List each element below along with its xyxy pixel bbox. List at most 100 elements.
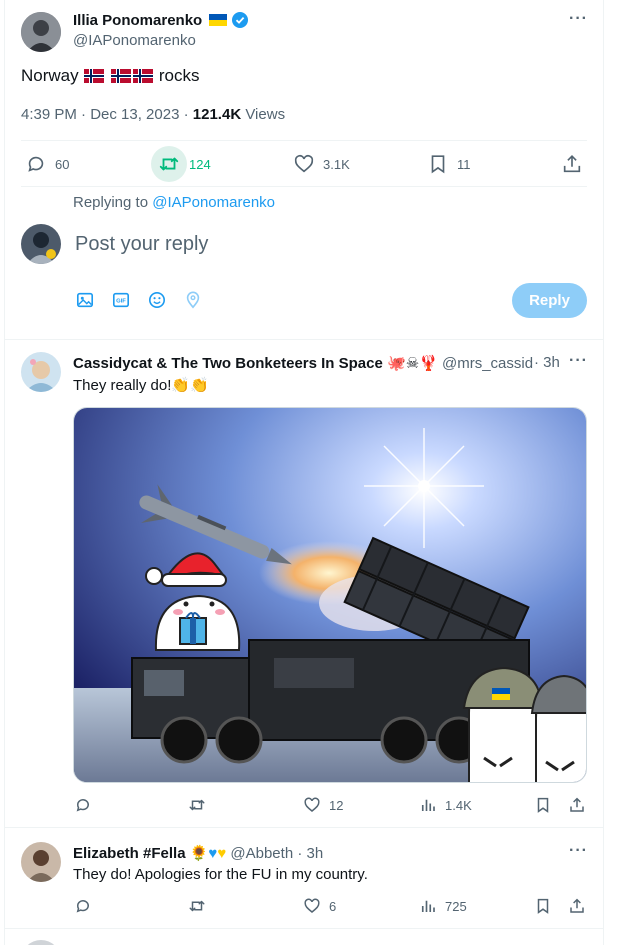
- retweet-action[interactable]: [188, 796, 206, 814]
- reply-author-name[interactable]: Elizabeth #Fella: [73, 845, 186, 862]
- heart-icon: [304, 797, 320, 812]
- views-action[interactable]: 1.4K: [419, 796, 472, 814]
- bookmark-action[interactable]: 11: [427, 153, 471, 175]
- reply-time[interactable]: · 3h: [534, 354, 560, 371]
- bookmark-count: 11: [457, 156, 471, 172]
- like-action[interactable]: 3.1K: [293, 153, 350, 175]
- reply-action[interactable]: 60: [25, 153, 69, 175]
- emoji-button[interactable]: [148, 291, 166, 314]
- like-count: 6: [329, 898, 337, 914]
- reply-handle[interactable]: @Abbeth: [230, 845, 293, 862]
- more-options-icon[interactable]: ···: [569, 10, 588, 28]
- blue-heart-icon: ♥: [208, 845, 218, 862]
- author-avatar[interactable]: [21, 12, 61, 52]
- like-action[interactable]: 12: [303, 796, 343, 814]
- divider: [4, 339, 604, 340]
- heart-icon: [294, 154, 314, 173]
- reply-avatar[interactable]: [21, 352, 61, 392]
- analytics-icon: [421, 799, 435, 811]
- yellow-heart-icon: ♥: [217, 845, 227, 862]
- views-count: 725: [445, 898, 467, 914]
- lobster-icon: 🦞: [419, 355, 438, 372]
- tweet-meta: 4:39 PM · Dec 13, 2023 · 121.4K Views: [21, 106, 285, 123]
- reply-icon: [76, 900, 89, 913]
- reply-text-body: They really do!: [73, 377, 172, 394]
- octopus-icon: 🐙: [387, 355, 406, 372]
- tweet-text-suffix: rocks: [158, 66, 200, 85]
- retweet-icon: [189, 799, 205, 811]
- norway-flag-icon: [133, 68, 154, 83]
- more-options-icon[interactable]: ···: [569, 352, 588, 370]
- reply-input[interactable]: Post your reply: [75, 233, 208, 256]
- tweet-text: Norway rocks: [21, 66, 199, 86]
- retweet-action[interactable]: [188, 897, 206, 915]
- user-avatar[interactable]: [21, 224, 61, 264]
- replying-to-label: Replying to: [73, 194, 149, 211]
- reply-time-text[interactable]: 3h: [543, 354, 560, 371]
- reply-header: Cassidycat & The Two Bonketeers In Space…: [73, 354, 533, 372]
- views-count: 1.4K: [445, 797, 472, 813]
- clapping-hands-icon: 👏: [171, 377, 191, 394]
- divider: [21, 186, 587, 187]
- replying-to: Replying to @IAPonomarenko: [73, 194, 275, 211]
- like-count: 12: [329, 797, 344, 813]
- reply-media-image[interactable]: [73, 407, 587, 783]
- like-count: 3.1K: [323, 156, 350, 172]
- norway-flag-icon: [84, 68, 105, 83]
- reply-text: They do! Apologies for the FU in my coun…: [73, 866, 368, 883]
- author-name-text[interactable]: Illia Ponomarenko: [73, 12, 202, 29]
- author-name[interactable]: Illia Ponomarenko: [73, 12, 248, 32]
- reply-button[interactable]: Reply: [512, 283, 587, 318]
- reply-handle[interactable]: @mrs_cassidy: [442, 355, 533, 372]
- gif-button[interactable]: GIF: [112, 291, 130, 314]
- skull-crossbones-icon: ☠: [405, 355, 420, 372]
- svg-text:GIF: GIF: [116, 299, 126, 305]
- reply-action[interactable]: [74, 796, 92, 814]
- divider: [4, 827, 604, 828]
- tweet-text-prefix: Norway: [21, 66, 79, 85]
- share-button[interactable]: [568, 897, 586, 920]
- tweet-timestamp[interactable]: 4:39 PM · Dec 13, 2023: [21, 106, 179, 123]
- clapping-hands-icon: 👏: [190, 377, 209, 394]
- image-icon: [76, 292, 94, 308]
- reply-time[interactable]: · 3h: [297, 845, 323, 862]
- reply-header: Elizabeth #Fella 🌻♥♥ @Abbeth · 3h: [73, 844, 323, 862]
- sunflower-icon: 🌻: [189, 845, 209, 862]
- reply-author-name[interactable]: Cassidycat & The Two Bonketeers In Space: [73, 355, 383, 372]
- heart-icon: [304, 898, 320, 913]
- views-action[interactable]: 725: [419, 897, 467, 915]
- divider: [21, 140, 587, 141]
- meta-separator: ·: [183, 106, 189, 123]
- reply-time-text[interactable]: 3h: [307, 845, 324, 862]
- ukraine-flag-icon: [209, 13, 228, 26]
- bookmark-button[interactable]: [534, 796, 552, 819]
- share-button[interactable]: [568, 796, 586, 819]
- like-action[interactable]: 6: [303, 897, 336, 915]
- replying-to-handle[interactable]: @IAPonomarenko: [152, 194, 275, 211]
- reply-avatar[interactable]: [21, 842, 61, 882]
- analytics-icon: [421, 900, 435, 912]
- share-icon: [563, 155, 581, 173]
- views-label: Views: [245, 106, 286, 123]
- retweet-count: 124: [189, 156, 211, 172]
- emoji-icon: [148, 291, 166, 309]
- author-handle[interactable]: @IAPonomarenko: [73, 32, 196, 49]
- reply-text: They really do!👏👏: [73, 376, 209, 394]
- retweet-icon: [151, 146, 187, 182]
- reply-icon: [28, 156, 44, 172]
- bookmark-icon: [537, 898, 549, 914]
- location-button[interactable]: [184, 291, 202, 314]
- retweet-action[interactable]: 124: [151, 146, 211, 182]
- more-options-icon[interactable]: ···: [569, 842, 588, 860]
- bookmark-button[interactable]: [534, 897, 552, 920]
- bookmark-icon: [537, 797, 549, 813]
- reply-action[interactable]: [74, 897, 92, 915]
- location-icon: [186, 291, 200, 309]
- media-button[interactable]: [76, 291, 94, 314]
- share-icon: [570, 898, 584, 913]
- reply-count: 60: [55, 156, 70, 172]
- gif-icon: GIF: [112, 292, 130, 308]
- share-button[interactable]: [561, 153, 583, 180]
- divider: [4, 928, 604, 929]
- views-count: 121.4K: [192, 106, 242, 123]
